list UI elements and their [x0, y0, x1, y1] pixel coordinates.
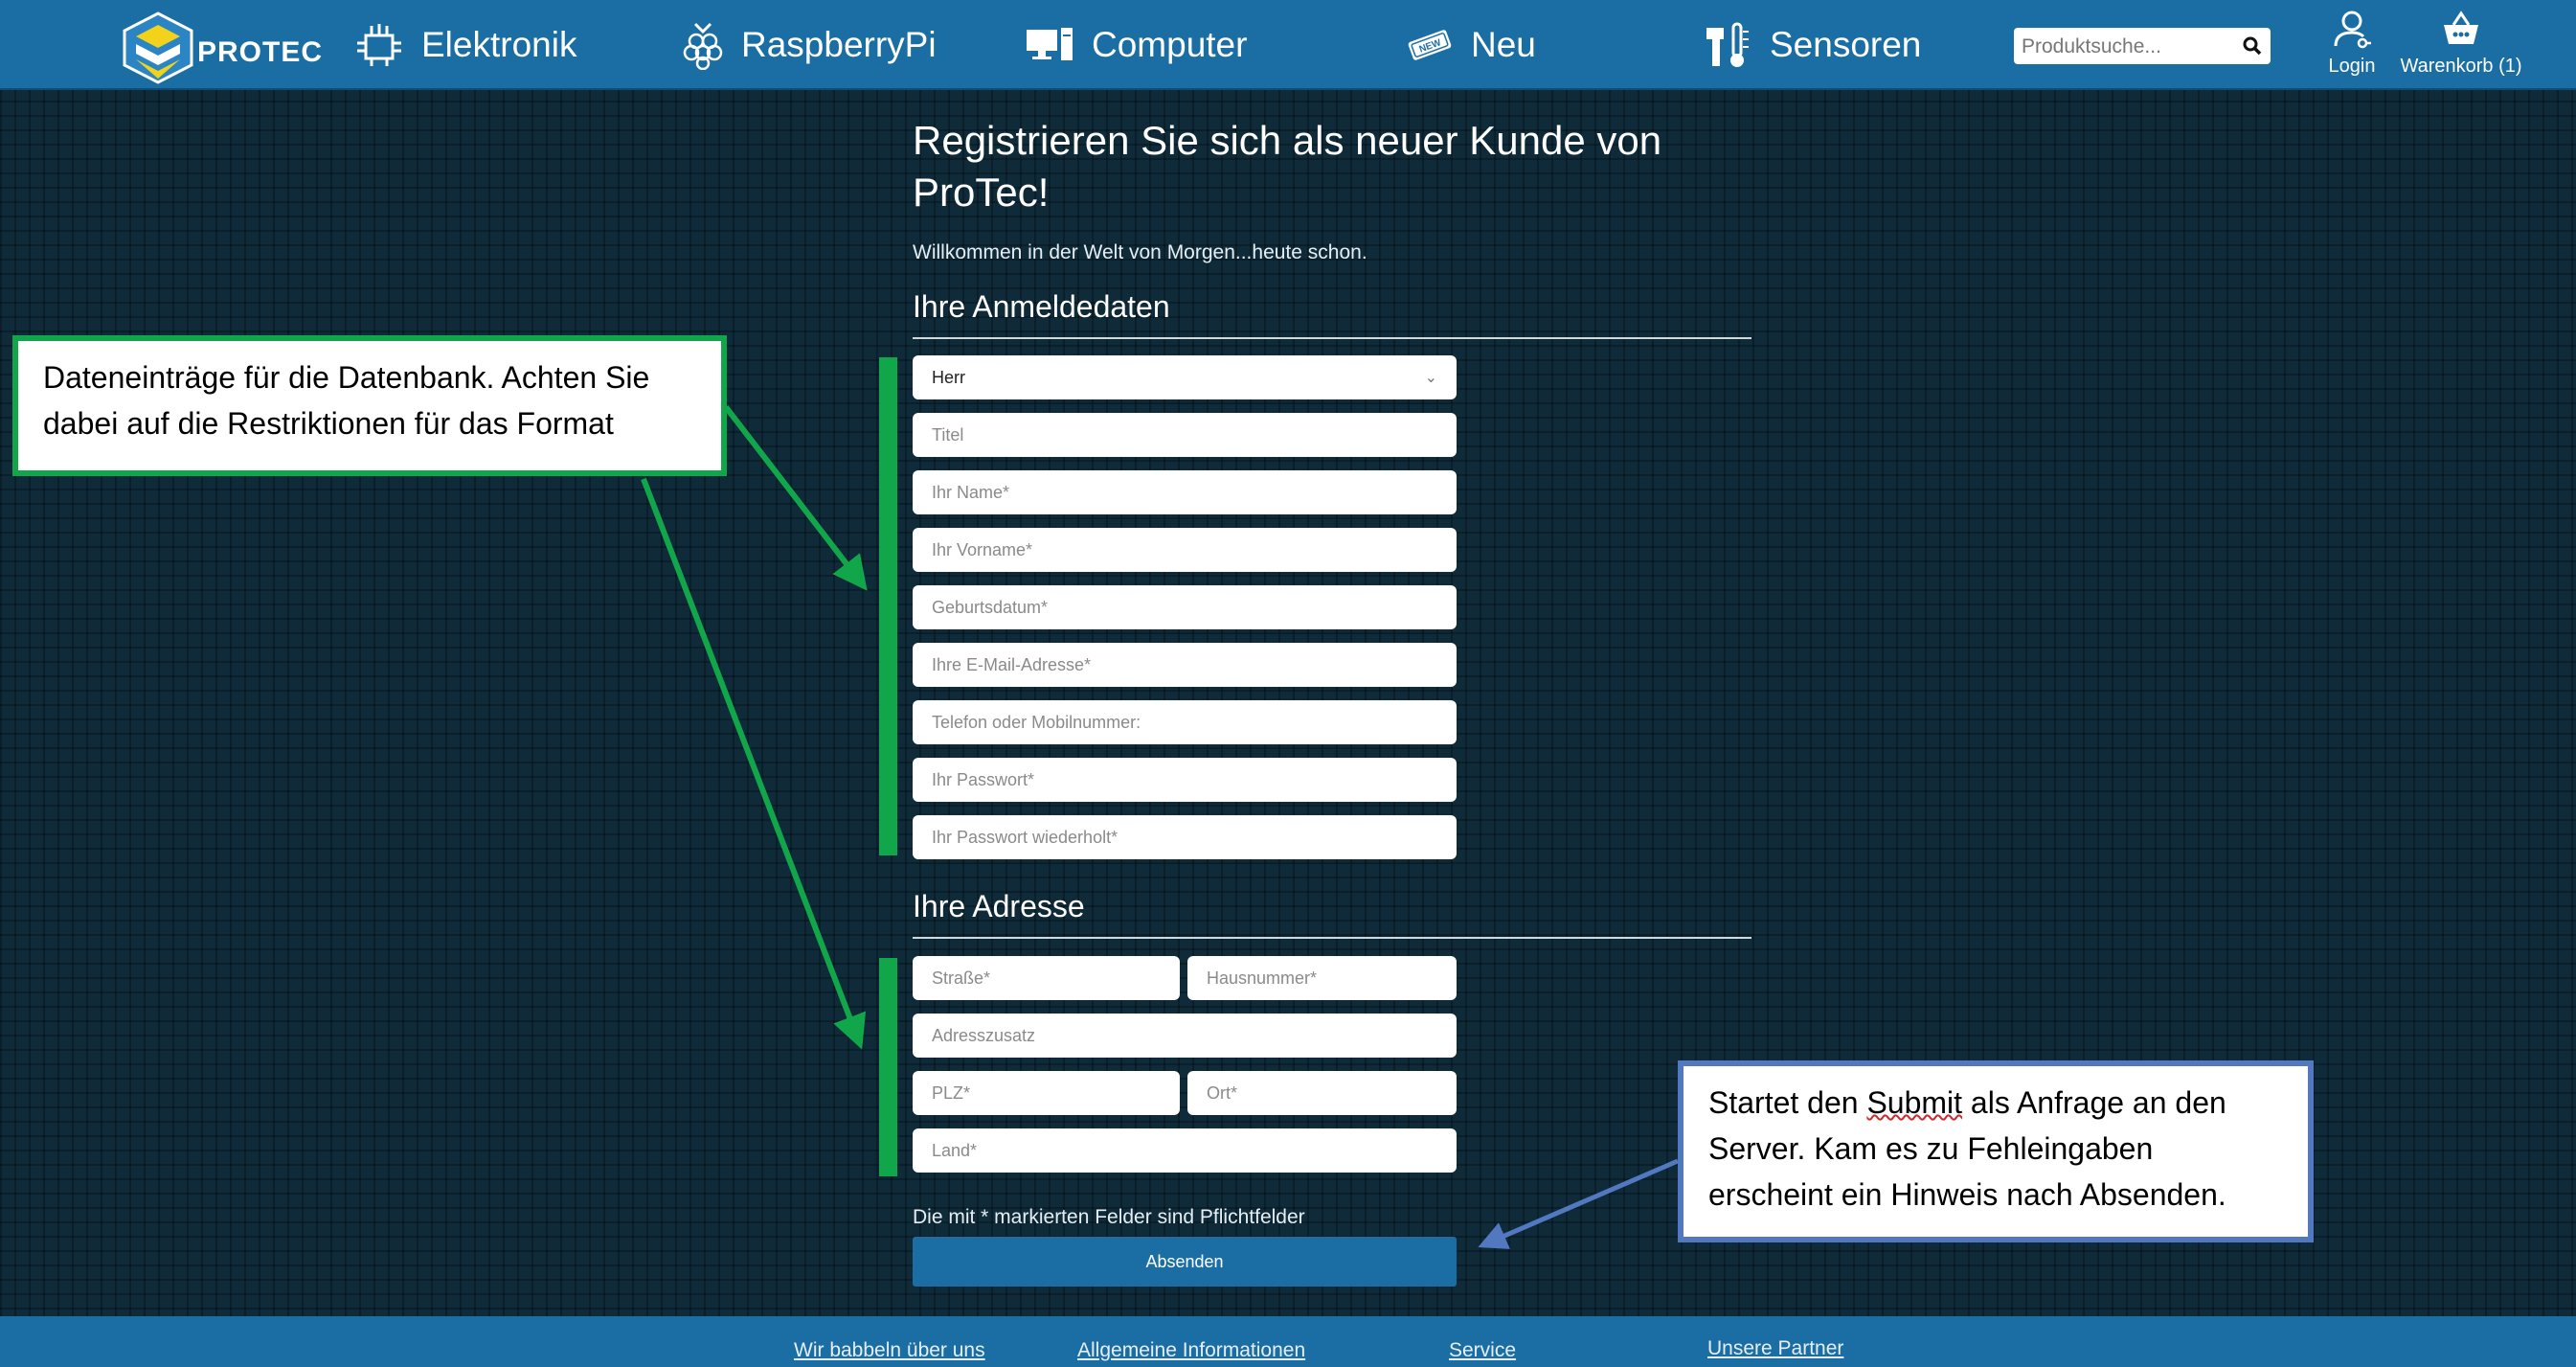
footer-link-partners[interactable]: Unsere Partner: [1707, 1337, 1843, 1360]
annotation-text-pre: Startet den: [1708, 1085, 1867, 1120]
footer-link-info[interactable]: Allgemeine Informationen: [1077, 1339, 1305, 1362]
arrow-to-submit: [1478, 1158, 1679, 1249]
annotation-text-submit: Submit: [1866, 1085, 1963, 1120]
arrow-to-address-fields: [641, 477, 867, 1050]
annotation-box-submit: Startet den Submit als Anfrage an den Se…: [1678, 1060, 2314, 1242]
annotation-box-data-entries: Dateneinträge für die Datenbank. Achten …: [12, 335, 727, 476]
footer-link-service[interactable]: Service: [1449, 1339, 1516, 1362]
arrow-to-login-fields: [723, 405, 868, 591]
footer-link-about[interactable]: Wir babbeln über uns: [794, 1339, 985, 1362]
annotation-text: Dateneinträge für die Datenbank. Achten …: [43, 360, 650, 441]
